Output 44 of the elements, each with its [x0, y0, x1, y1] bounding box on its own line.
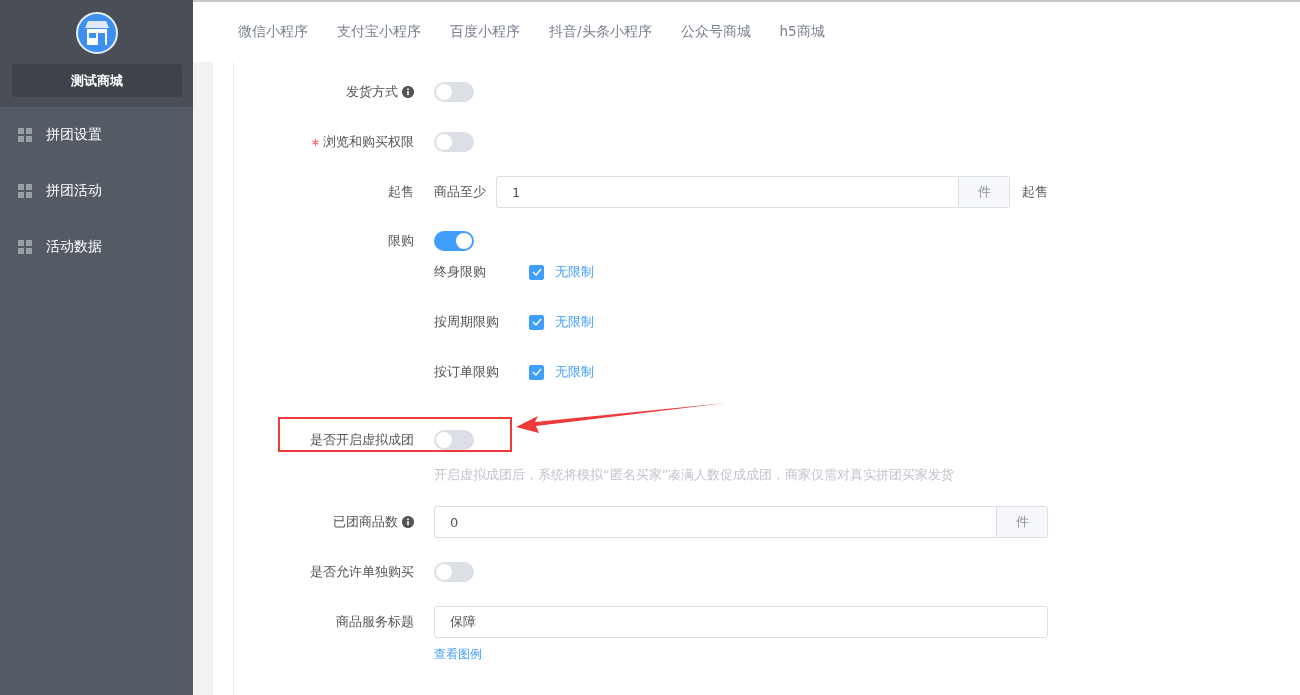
sidebar-item[interactable]: 拼团活动 — [0, 163, 193, 219]
field-label: 浏览和购买权限 — [323, 133, 414, 151]
input-field[interactable]: 1 — [496, 176, 958, 208]
toggle-switch[interactable] — [434, 430, 474, 450]
checkbox-label[interactable]: 无限制 — [555, 313, 594, 331]
field-label: 已团商品数 — [333, 513, 398, 531]
input-field[interactable]: 保障 — [434, 606, 1048, 638]
shop-name[interactable]: 测试商城 — [11, 64, 182, 97]
limit-label: 终身限购 — [434, 263, 487, 281]
platform-tab[interactable]: 微信小程序 — [238, 23, 308, 41]
unit-addon: 件 — [996, 506, 1048, 538]
platform-tab[interactable]: 公众号商城 — [680, 23, 751, 41]
checkbox-label[interactable]: 无限制 — [555, 363, 594, 381]
limit-label: 按订单限购 — [434, 363, 500, 381]
toggle-switch[interactable] — [434, 231, 474, 251]
checkbox[interactable] — [529, 364, 544, 380]
store-icon — [75, 12, 118, 54]
suffix-text: 起售 — [1022, 183, 1048, 201]
field-label: 起售 — [388, 183, 414, 201]
checkbox-label[interactable]: 无限制 — [555, 263, 594, 281]
checkbox[interactable] — [529, 314, 544, 330]
toggle-switch[interactable] — [434, 562, 474, 582]
limit-label: 按周期限购 — [434, 313, 500, 331]
field-label: 是否开启虚拟成团 — [310, 431, 414, 449]
unit-addon: 件 — [958, 176, 1010, 208]
field-label: 是否允许单独购买 — [310, 563, 414, 581]
sidebar-item[interactable]: 活动数据 — [0, 219, 193, 275]
example-link[interactable]: 查看图例 — [434, 646, 1300, 663]
field-label: 限购 — [388, 232, 414, 250]
field-label: 商品服务标题 — [336, 613, 414, 631]
platform-tab[interactable]: 百度小程序 — [450, 23, 520, 41]
grid-icon — [18, 128, 32, 142]
field-label: 发货方式 — [346, 83, 398, 101]
prefix-text: 商品至少 — [434, 183, 486, 201]
input-field[interactable]: 0 — [434, 506, 996, 538]
toggle-switch[interactable] — [434, 132, 474, 152]
sidebar-item[interactable]: 拼团设置 — [0, 107, 193, 163]
platform-tab[interactable]: 支付宝小程序 — [337, 23, 421, 41]
platform-tab[interactable]: 抖音/头条小程序 — [549, 23, 652, 41]
toggle-switch[interactable] — [434, 82, 474, 102]
platform-tab[interactable]: h5商城 — [779, 23, 825, 41]
grid-icon — [18, 240, 32, 254]
checkbox[interactable] — [529, 264, 544, 280]
grid-icon — [18, 184, 32, 198]
